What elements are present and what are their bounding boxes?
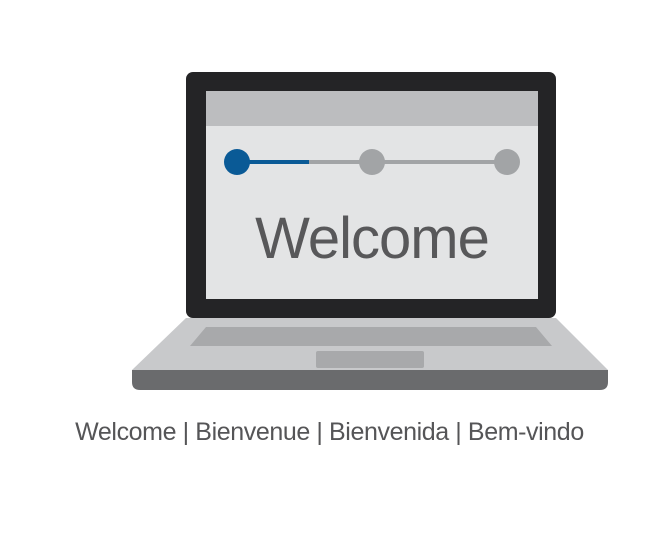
laptop-lid: Welcome [186,72,556,318]
screen-welcome-heading: Welcome [255,206,489,271]
screen-header-bar [206,91,538,126]
laptop-keyboard-area [190,327,552,346]
progress-step-3 [494,149,520,175]
progress-step-2 [359,149,385,175]
laptop-base-edge [132,370,608,390]
laptop-illustration: Welcome [132,72,608,390]
progress-step-1-active [224,149,250,175]
welcome-caption: Welcome | Bienvenue | Bienvenida | Bem-v… [75,418,584,446]
laptop-base [132,318,608,390]
laptop-trackpad [316,351,424,368]
